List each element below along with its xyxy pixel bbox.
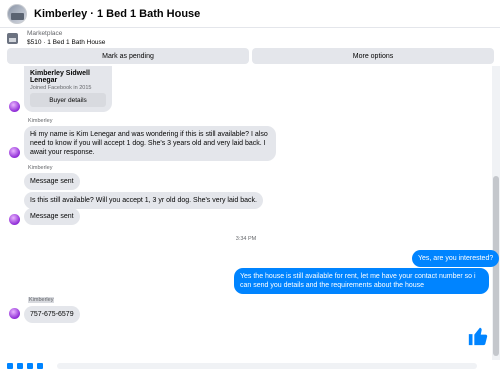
sticker-icon[interactable] [27, 363, 33, 369]
message-bubble: Message sent [24, 208, 80, 225]
outgoing-message: Yes, are you interested? [412, 250, 500, 267]
thumbs-up-icon[interactable] [467, 325, 489, 347]
outgoing-message: Yes the house is still available for ren… [234, 268, 489, 294]
buyer-joined: Joined Facebook in 2015 [30, 85, 92, 91]
scrollbar[interactable] [492, 66, 500, 360]
sender-avatar[interactable] [9, 308, 20, 319]
message-bubble: Hi my name is Kim Lenegar and was wonder… [24, 126, 276, 161]
chat-header: Kimberley · 1 Bed 1 Bath House [0, 0, 500, 28]
listing-label: Marketplace [27, 30, 63, 37]
listing-value: $510 · 1 Bed 1 Bath House [27, 39, 106, 46]
message-bubble: 757-675-6579 [24, 306, 80, 323]
buyer-name: Kimberley Sidwell Lenegar [30, 70, 90, 84]
sender-name: Kimberley [28, 297, 55, 303]
buyer-details-button[interactable]: Buyer details [30, 93, 106, 107]
chat-title[interactable]: Kimberley · 1 Bed 1 Bath House [34, 8, 200, 20]
message-bubble: Is this still available? Will you accept… [24, 192, 263, 209]
gif-icon[interactable] [37, 363, 43, 369]
photo-icon[interactable] [17, 363, 23, 369]
timestamp: 3:34 PM [235, 236, 257, 242]
composer-bar [0, 362, 500, 370]
listing-thumbnail [7, 32, 18, 44]
sender-avatar[interactable] [9, 214, 20, 225]
action-bar: Mark as pending More options [7, 48, 494, 64]
message-input[interactable] [57, 363, 477, 369]
sender-name: Kimberley [28, 165, 53, 171]
sender-avatar[interactable] [9, 147, 20, 158]
sender-name: Kimberley [28, 118, 53, 124]
more-options-button[interactable]: More options [252, 48, 494, 64]
listing-avatar[interactable] [7, 3, 27, 24]
buyer-card: Kimberley Sidwell Lenegar Joined Faceboo… [24, 66, 112, 112]
mark-pending-button[interactable]: Mark as pending [7, 48, 249, 64]
listing-info[interactable]: Marketplace $510 · 1 Bed 1 Bath House [0, 29, 500, 47]
add-icon[interactable] [7, 363, 13, 369]
sender-avatar[interactable] [9, 101, 20, 112]
message-bubble: Message sent [24, 173, 80, 190]
